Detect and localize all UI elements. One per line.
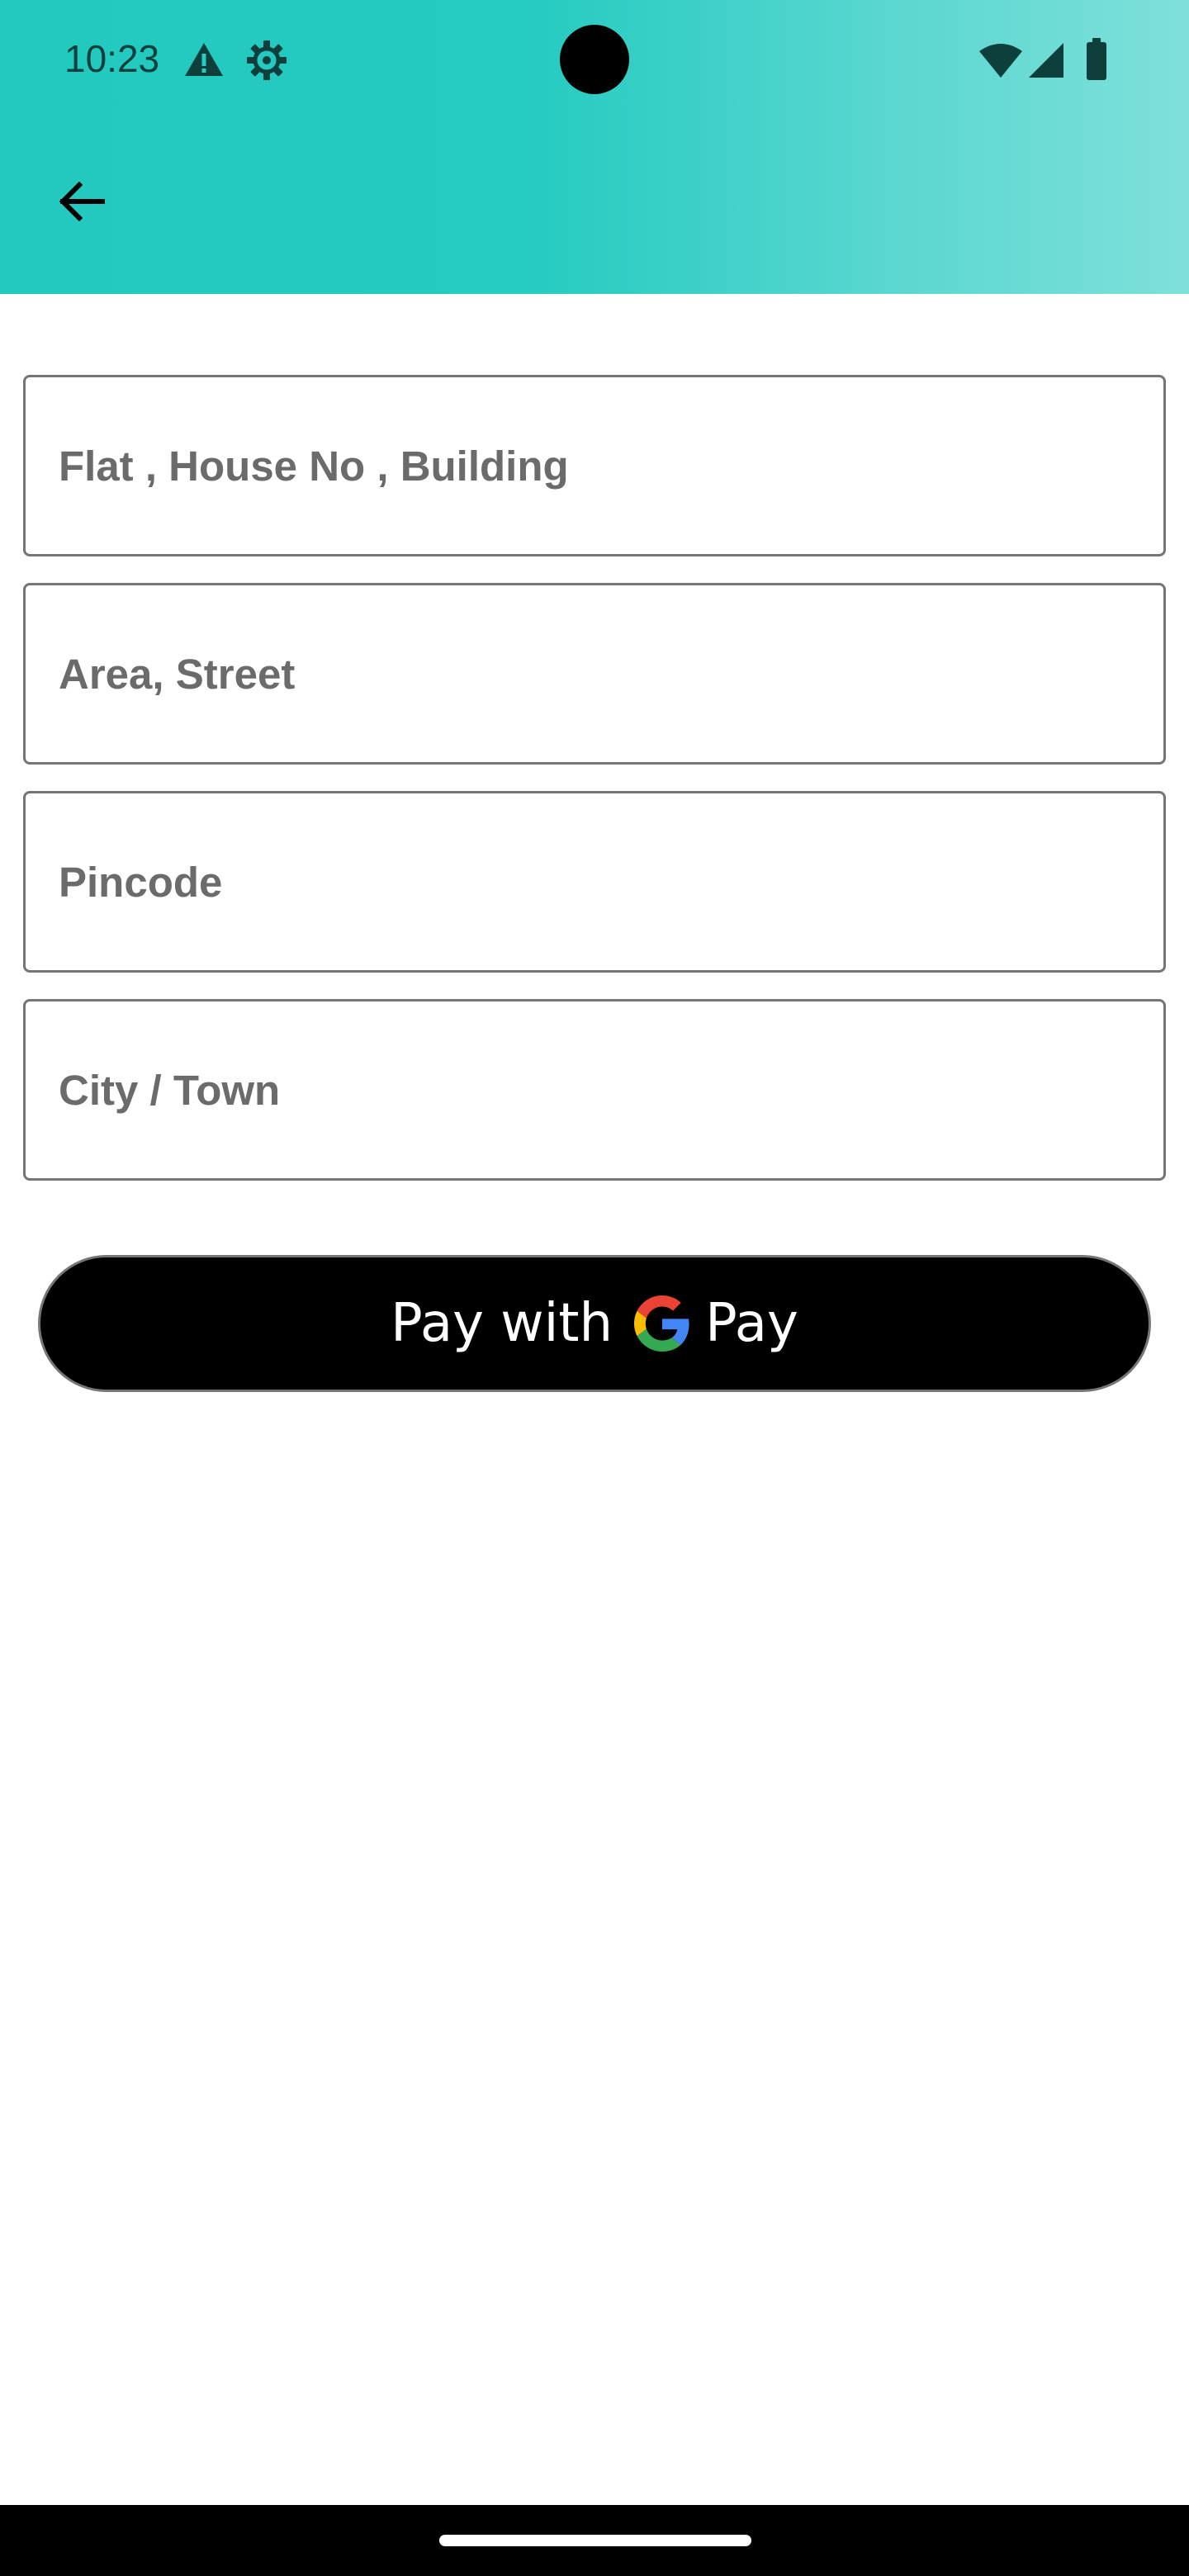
camera-cutout bbox=[560, 25, 629, 94]
battery-icon bbox=[1087, 38, 1106, 80]
google-g-icon bbox=[634, 1295, 689, 1352]
flat-house-input[interactable] bbox=[26, 377, 1163, 554]
back-button[interactable] bbox=[43, 163, 119, 239]
status-time: 10:23 bbox=[64, 37, 160, 80]
gpay-prefix-label: Pay with bbox=[391, 1293, 613, 1354]
pincode-field[interactable] bbox=[23, 791, 1166, 973]
city-town-field[interactable] bbox=[23, 999, 1166, 1181]
alert-icon bbox=[185, 43, 223, 76]
cellular-signal-icon bbox=[1029, 43, 1063, 78]
gpay-suffix-label: Pay bbox=[705, 1293, 798, 1354]
app-header: 10:23 bbox=[0, 0, 1189, 294]
pincode-input[interactable] bbox=[26, 793, 1163, 970]
arrow-back-icon bbox=[59, 181, 105, 222]
settings-gear-icon bbox=[247, 40, 287, 80]
google-pay-button[interactable]: Pay with Pay bbox=[38, 1255, 1151, 1392]
home-gesture-handle[interactable] bbox=[439, 2535, 751, 2546]
area-street-field[interactable] bbox=[23, 583, 1166, 765]
area-street-input[interactable] bbox=[26, 585, 1163, 762]
wifi-icon bbox=[979, 44, 1022, 78]
flat-house-field[interactable] bbox=[23, 375, 1166, 556]
city-town-input[interactable] bbox=[26, 1002, 1163, 1178]
